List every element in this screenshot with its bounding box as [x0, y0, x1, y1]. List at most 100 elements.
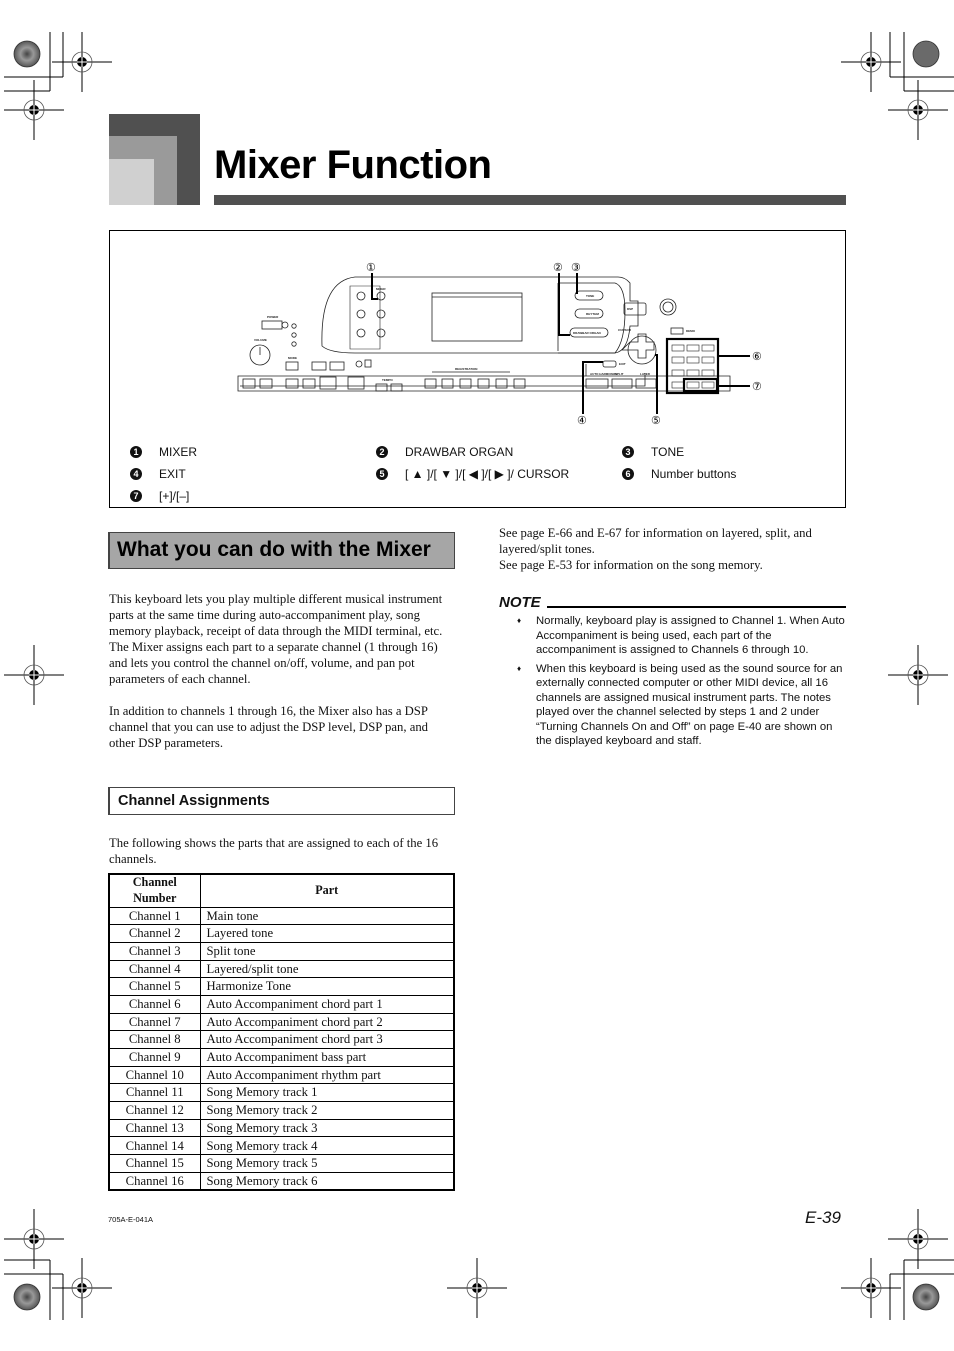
table-row: Channel 16 Song Memory track 6	[108, 1171, 455, 1191]
rhythm-label: RHYTHM	[586, 312, 599, 316]
legend-item-cursor: 5 [ ▲ ]/[ ▼ ]/[ ◀ ]/[ ▶ ]/ CURSOR	[376, 467, 569, 481]
title-underline-bar	[214, 195, 846, 205]
table-row: Channel 15 Song Memory track 5	[108, 1154, 455, 1173]
callout-4: ④	[577, 415, 587, 427]
callout-1: ①	[366, 262, 376, 274]
demo-label: DEMO	[686, 329, 696, 333]
part-cell: Auto Accompaniment chord part 1	[199, 994, 455, 1014]
channel-number-cell: Channel 3	[108, 941, 201, 961]
layer-label: LAYER	[640, 372, 651, 376]
channel-number-cell: Channel 1	[108, 906, 201, 926]
table-row: Channel 13 Song Memory track 3	[108, 1118, 455, 1138]
channel-number-cell: Channel 13	[108, 1118, 201, 1138]
color-target-top-right	[912, 40, 940, 68]
drawbar-organ-label: DRAWBAR ORGAN	[573, 331, 601, 335]
tempo-label: TEMPO	[382, 378, 393, 382]
title-decoration	[109, 114, 200, 205]
channel-number-cell: Channel 10	[108, 1065, 201, 1085]
channel-number-cell: Channel 7	[108, 1012, 201, 1032]
part-cell: Song Memory track 5	[199, 1154, 455, 1173]
channel-number-cell: Channel 9	[108, 1048, 201, 1067]
part-cell: Song Memory track 1	[199, 1083, 455, 1103]
note-heading: NOTE	[499, 594, 541, 611]
channel-number-cell: Channel 2	[108, 924, 201, 943]
part-cell: Song Memory track 2	[199, 1101, 455, 1120]
table-row: Channel 10 Auto Accompaniment rhythm part	[108, 1065, 455, 1085]
part-cell: Song Memory track 4	[199, 1136, 455, 1156]
legend-number-icon: 5	[376, 468, 388, 480]
legend-item-number-buttons: 6 Number buttons	[622, 467, 736, 481]
see-also-song-memory: See page E-53 for information on the son…	[499, 558, 763, 572]
legend-number-icon: 1	[130, 446, 142, 458]
legend-item-exit: 4 EXIT	[130, 467, 186, 481]
table-row: Channel 9 Auto Accompaniment bass part	[108, 1048, 455, 1067]
note-rule	[547, 606, 846, 608]
callout-2: ②	[553, 262, 563, 274]
table-row: Channel 12 Song Memory track 2	[108, 1101, 455, 1120]
dsp-paragraph: In addition to channels 1 through 16, th…	[109, 704, 429, 750]
keyboard-panel-illustration: ① ② ③ ④ ⑤ ⑥ ⑦ POWER VOLUME MODE MIXER TO…	[237, 262, 762, 427]
control-panel-diagram: ① ② ③ ④ ⑤ ⑥ ⑦ POWER VOLUME MODE MIXER TO…	[109, 230, 846, 508]
subsection-heading-box: Channel Assignments	[108, 787, 455, 815]
legend-number-icon: 4	[130, 468, 142, 480]
note-item: Normally, keyboard play is assigned to C…	[517, 614, 847, 658]
part-cell: Auto Accompaniment rhythm part	[199, 1065, 455, 1085]
split-label: SPLIT	[615, 372, 624, 376]
auto-harmonize-label: AUTO HARMONIZE	[590, 372, 617, 376]
color-target-bottom-left	[13, 1283, 41, 1311]
part-cell: Song Memory track 6	[199, 1171, 455, 1191]
page-number: E-39	[805, 1208, 841, 1227]
cursor-label: CURSOR	[618, 328, 632, 332]
legend-item-drawbar-organ: 2 DRAWBAR ORGAN	[376, 445, 513, 459]
channel-number-cell: Channel 14	[108, 1136, 201, 1156]
legend-number-icon: 3	[622, 446, 634, 458]
callout-3: ③	[571, 262, 581, 274]
color-target-top-left	[13, 40, 41, 68]
exit-label: EXIT	[619, 362, 626, 366]
part-cell: Main tone	[199, 906, 455, 926]
table-row: Channel 7 Auto Accompaniment chord part 2	[108, 1012, 455, 1032]
callout-5: ⑤	[651, 415, 661, 427]
see-also-layered: See page E-66 and E-67 for information o…	[499, 526, 812, 556]
table-header-row: Channel Number Part	[108, 873, 455, 908]
channel-number-cell: Channel 6	[108, 994, 201, 1014]
legend-number-icon: 2	[376, 446, 388, 458]
mixer-label: MIXER	[376, 287, 386, 291]
legend-item-mixer: 1 MIXER	[130, 445, 197, 459]
table-row: Channel 2 Layered tone	[108, 924, 455, 943]
note-item: When this keyboard is being used as the …	[517, 662, 847, 749]
channel-number-cell: Channel 5	[108, 977, 201, 996]
part-cell: Auto Accompaniment chord part 2	[199, 1012, 455, 1032]
column-header-channel: Channel Number	[108, 873, 201, 908]
intro-paragraph: This keyboard lets you play multiple dif…	[109, 592, 443, 686]
section-heading-box: What you can do with the Mixer	[108, 532, 455, 569]
mode-label: MODE	[288, 356, 297, 360]
document-code: 705A-E-041A	[108, 1215, 154, 1224]
channel-number-cell: Channel 16	[108, 1171, 201, 1191]
column-header-part: Part	[199, 873, 455, 908]
legend-item-tone: 3 TONE	[622, 445, 684, 459]
power-label: POWER	[267, 315, 279, 319]
table-row: Channel 5 Harmonize Tone	[108, 977, 455, 996]
channel-number-cell: Channel 8	[108, 1030, 201, 1049]
legend-item-plus-minus: 7 [+]/[–]	[130, 489, 189, 503]
table-row: Channel 6 Auto Accompaniment chord part 1	[108, 994, 455, 1014]
table-row: Channel 4 Layered/split tone	[108, 959, 455, 979]
part-cell: Auto Accompaniment bass part	[199, 1048, 455, 1067]
color-target-bottom-right	[912, 1283, 940, 1311]
callout-7: ⑦	[752, 381, 762, 393]
part-cell: Layered/split tone	[199, 959, 455, 979]
table-row: Channel 11 Song Memory track 1	[108, 1083, 455, 1103]
channel-assignment-table: Channel Number Part Channel 1 Main tone Ch…	[108, 873, 455, 1192]
table-intro: The following shows the parts that are a…	[109, 836, 439, 866]
channel-number-cell: Channel 15	[108, 1154, 201, 1173]
callout-6: ⑥	[752, 351, 762, 363]
part-cell: Harmonize Tone	[199, 977, 455, 996]
channel-number-cell: Channel 12	[108, 1101, 201, 1120]
dsp-label: DSP	[627, 307, 633, 311]
tone-label: TONE	[586, 294, 594, 298]
subsection-heading: Channel Assignments	[118, 793, 270, 809]
table-row: Channel 14 Song Memory track 4	[108, 1136, 455, 1156]
volume-label: VOLUME	[254, 338, 267, 342]
part-cell: Split tone	[199, 941, 455, 961]
